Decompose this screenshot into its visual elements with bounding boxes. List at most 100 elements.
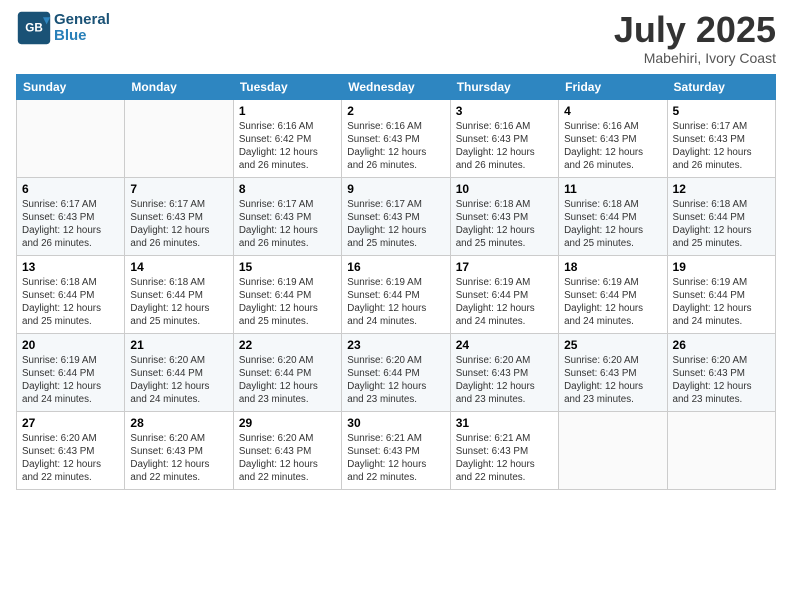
day-detail: Sunrise: 6:20 AMSunset: 6:44 PMDaylight:… <box>347 354 444 407</box>
day-detail: Sunrise: 6:16 AMSunset: 6:43 PMDaylight:… <box>347 120 444 173</box>
day-number: 11 <box>564 182 661 196</box>
day-detail: Sunrise: 6:16 AMSunset: 6:43 PMDaylight:… <box>456 120 553 173</box>
day-detail: Sunrise: 6:18 AMSunset: 6:44 PMDaylight:… <box>22 276 119 329</box>
calendar-cell: 8 Sunrise: 6:17 AMSunset: 6:43 PMDaylight… <box>233 177 341 255</box>
day-detail: Sunrise: 6:20 AMSunset: 6:43 PMDaylight:… <box>456 354 553 407</box>
day-number: 7 <box>130 182 227 196</box>
calendar-week-row: 13 Sunrise: 6:18 AMSunset: 6:44 PMDayligh… <box>17 255 776 333</box>
day-number: 13 <box>22 260 119 274</box>
calendar-cell: 2 Sunrise: 6:16 AMSunset: 6:43 PMDaylight… <box>342 99 450 177</box>
month-title: July 2025 <box>614 10 776 50</box>
day-detail: Sunrise: 6:19 AMSunset: 6:44 PMDaylight:… <box>456 276 553 329</box>
day-number: 29 <box>239 416 336 430</box>
calendar-cell: 13 Sunrise: 6:18 AMSunset: 6:44 PMDayligh… <box>17 255 125 333</box>
day-number: 18 <box>564 260 661 274</box>
day-detail: Sunrise: 6:19 AMSunset: 6:44 PMDaylight:… <box>22 354 119 407</box>
day-number: 31 <box>456 416 553 430</box>
day-header-saturday: Saturday <box>667 74 775 99</box>
day-detail: Sunrise: 6:20 AMSunset: 6:43 PMDaylight:… <box>564 354 661 407</box>
day-number: 12 <box>673 182 770 196</box>
day-header-friday: Friday <box>559 74 667 99</box>
calendar-cell: 9Sunrise: 6:17 AMSunset: 6:43 PMDaylight… <box>342 177 450 255</box>
day-detail: Sunrise: 6:17 AMSunset: 6:43 PMDaylight:… <box>673 120 770 173</box>
logo-line1: General <box>54 12 110 29</box>
header: GB General Blue July 2025 Mabehiri, Ivor… <box>16 10 776 66</box>
day-detail: Sunrise: 6:20 AMSunset: 6:43 PMDaylight:… <box>22 432 119 485</box>
day-number: 2 <box>347 104 444 118</box>
day-detail: Sunrise: 6:21 AMSunset: 6:43 PMDaylight:… <box>456 432 553 485</box>
day-number: 27 <box>22 416 119 430</box>
calendar-cell: 20 Sunrise: 6:19 AMSunset: 6:44 PMDayligh… <box>17 333 125 411</box>
day-number: 30 <box>347 416 444 430</box>
calendar-cell: 17Sunrise: 6:19 AMSunset: 6:44 PMDayligh… <box>450 255 558 333</box>
day-number: 21 <box>130 338 227 352</box>
calendar-cell: 7Sunrise: 6:17 AMSunset: 6:43 PMDaylight… <box>125 177 233 255</box>
day-number: 9 <box>347 182 444 196</box>
calendar-cell: 6 Sunrise: 6:17 AMSunset: 6:43 PMDaylight… <box>17 177 125 255</box>
calendar-cell: 29 Sunrise: 6:20 AMSunset: 6:43 PMDayligh… <box>233 411 341 489</box>
calendar-cell: 14 Sunrise: 6:18 AMSunset: 6:44 PMDayligh… <box>125 255 233 333</box>
page: GB General Blue July 2025 Mabehiri, Ivor… <box>0 0 792 612</box>
calendar-cell: 1Sunrise: 6:16 AMSunset: 6:42 PMDaylight… <box>233 99 341 177</box>
calendar-cell: 21 Sunrise: 6:20 AMSunset: 6:44 PMDayligh… <box>125 333 233 411</box>
calendar-cell: 26 Sunrise: 6:20 AMSunset: 6:43 PMDayligh… <box>667 333 775 411</box>
day-detail: Sunrise: 6:19 AMSunset: 6:44 PMDaylight:… <box>239 276 336 329</box>
svg-text:GB: GB <box>25 22 43 35</box>
day-number: 24 <box>456 338 553 352</box>
calendar-cell: 3Sunrise: 6:16 AMSunset: 6:43 PMDaylight… <box>450 99 558 177</box>
calendar-cell: 28 Sunrise: 6:20 AMSunset: 6:43 PMDayligh… <box>125 411 233 489</box>
day-number: 26 <box>673 338 770 352</box>
title-block: July 2025 Mabehiri, Ivory Coast <box>614 10 776 66</box>
day-header-tuesday: Tuesday <box>233 74 341 99</box>
calendar-cell: 15Sunrise: 6:19 AMSunset: 6:44 PMDayligh… <box>233 255 341 333</box>
day-number: 16 <box>347 260 444 274</box>
day-detail: Sunrise: 6:20 AMSunset: 6:44 PMDaylight:… <box>130 354 227 407</box>
day-detail: Sunrise: 6:20 AMSunset: 6:43 PMDaylight:… <box>673 354 770 407</box>
day-detail: Sunrise: 6:19 AMSunset: 6:44 PMDaylight:… <box>347 276 444 329</box>
day-number: 10 <box>456 182 553 196</box>
calendar-cell: 10 Sunrise: 6:18 AMSunset: 6:43 PMDayligh… <box>450 177 558 255</box>
day-number: 5 <box>673 104 770 118</box>
day-number: 28 <box>130 416 227 430</box>
calendar-header-row: SundayMondayTuesdayWednesdayThursdayFrid… <box>17 74 776 99</box>
day-detail: Sunrise: 6:19 AMSunset: 6:44 PMDaylight:… <box>564 276 661 329</box>
day-number: 25 <box>564 338 661 352</box>
day-detail: Sunrise: 6:20 AMSunset: 6:43 PMDaylight:… <box>130 432 227 485</box>
calendar-cell: 23 Sunrise: 6:20 AMSunset: 6:44 PMDayligh… <box>342 333 450 411</box>
calendar-cell: 25 Sunrise: 6:20 AMSunset: 6:43 PMDayligh… <box>559 333 667 411</box>
day-detail: Sunrise: 6:20 AMSunset: 6:43 PMDaylight:… <box>239 432 336 485</box>
day-detail: Sunrise: 6:16 AMSunset: 6:43 PMDaylight:… <box>564 120 661 173</box>
calendar-cell: 24 Sunrise: 6:20 AMSunset: 6:43 PMDayligh… <box>450 333 558 411</box>
calendar-cell <box>667 411 775 489</box>
day-detail: Sunrise: 6:18 AMSunset: 6:44 PMDaylight:… <box>673 198 770 251</box>
location: Mabehiri, Ivory Coast <box>614 50 776 66</box>
day-header-monday: Monday <box>125 74 233 99</box>
calendar-week-row: 20 Sunrise: 6:19 AMSunset: 6:44 PMDayligh… <box>17 333 776 411</box>
calendar-week-row: 27 Sunrise: 6:20 AMSunset: 6:43 PMDayligh… <box>17 411 776 489</box>
day-number: 14 <box>130 260 227 274</box>
day-detail: Sunrise: 6:18 AMSunset: 6:43 PMDaylight:… <box>456 198 553 251</box>
calendar-cell: 27 Sunrise: 6:20 AMSunset: 6:43 PMDayligh… <box>17 411 125 489</box>
day-number: 20 <box>22 338 119 352</box>
calendar-cell: 5 Sunrise: 6:17 AMSunset: 6:43 PMDaylight… <box>667 99 775 177</box>
logo-line2: Blue <box>54 28 110 45</box>
day-detail: Sunrise: 6:17 AMSunset: 6:43 PMDaylight:… <box>22 198 119 251</box>
calendar-cell: 12 Sunrise: 6:18 AMSunset: 6:44 PMDayligh… <box>667 177 775 255</box>
day-detail: Sunrise: 6:18 AMSunset: 6:44 PMDaylight:… <box>130 276 227 329</box>
calendar-cell: 22Sunrise: 6:20 AMSunset: 6:44 PMDayligh… <box>233 333 341 411</box>
calendar-cell <box>125 99 233 177</box>
calendar-week-row: 1Sunrise: 6:16 AMSunset: 6:42 PMDaylight… <box>17 99 776 177</box>
calendar-cell <box>17 99 125 177</box>
calendar-cell: 30Sunrise: 6:21 AMSunset: 6:43 PMDayligh… <box>342 411 450 489</box>
day-detail: Sunrise: 6:20 AMSunset: 6:44 PMDaylight:… <box>239 354 336 407</box>
day-number: 8 <box>239 182 336 196</box>
day-detail: Sunrise: 6:17 AMSunset: 6:43 PMDaylight:… <box>239 198 336 251</box>
calendar-cell: 11Sunrise: 6:18 AMSunset: 6:44 PMDayligh… <box>559 177 667 255</box>
day-number: 1 <box>239 104 336 118</box>
day-number: 23 <box>347 338 444 352</box>
day-header-wednesday: Wednesday <box>342 74 450 99</box>
calendar-cell: 19Sunrise: 6:19 AMSunset: 6:44 PMDayligh… <box>667 255 775 333</box>
day-number: 19 <box>673 260 770 274</box>
day-number: 6 <box>22 182 119 196</box>
logo-icon: GB <box>16 10 52 46</box>
